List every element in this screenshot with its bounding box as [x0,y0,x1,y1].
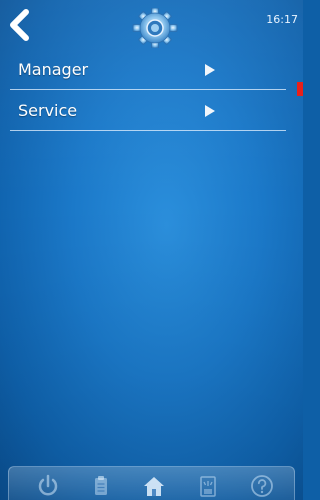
dispense-button[interactable] [195,474,221,498]
power-icon [38,474,58,496]
scroll-indicator [297,82,303,96]
menu-item-label: Service [18,101,78,120]
menu-item-service[interactable]: Service [10,93,286,131]
help-icon [251,475,273,497]
menu-divider [10,89,286,90]
arrow-right-icon [205,64,215,76]
bottom-nav-bar [8,466,295,500]
main-screen: 16:17 Manager Service [0,0,303,500]
clipboard-button[interactable] [88,474,114,498]
menu-item-manager[interactable]: Manager [10,52,286,90]
arrow-right-icon [205,105,215,117]
gear-icon [131,7,179,49]
clipboard-icon [95,476,107,495]
home-button[interactable] [141,474,167,498]
back-button[interactable] [6,8,36,42]
menu-item-label: Manager [18,60,89,79]
home-icon [144,477,164,496]
power-button[interactable] [35,474,61,498]
menu-divider [10,130,286,131]
back-chevron-icon [10,9,29,41]
help-button[interactable] [249,474,275,498]
dispense-icon [200,476,216,497]
status-clock: 16:17 [266,13,298,26]
